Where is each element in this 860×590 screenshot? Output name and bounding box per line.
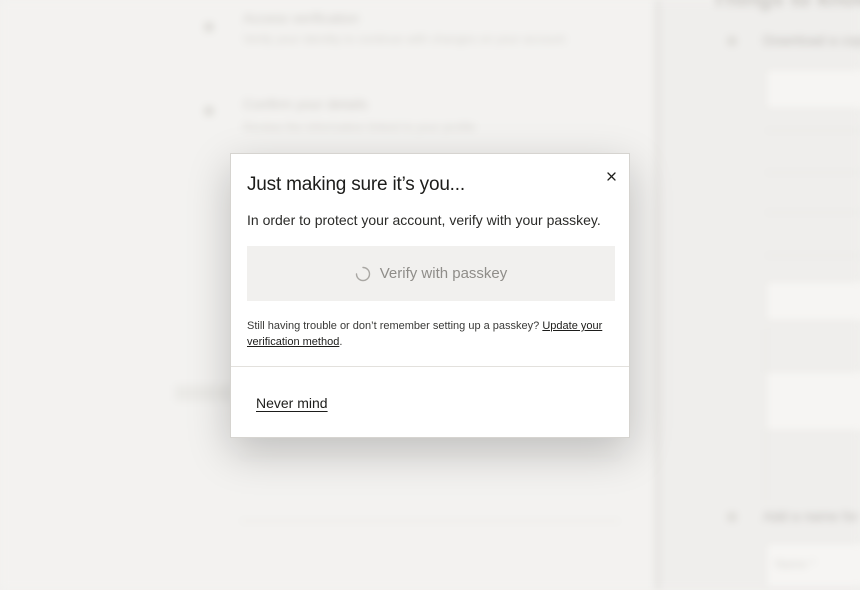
never-mind-link[interactable]: Never mind [256,395,328,411]
background-item-title: Access verification [243,10,359,26]
dialog-divider [231,366,629,367]
background-box [765,280,860,322]
background-blur-block [240,455,620,457]
background-vline [765,330,766,500]
background-right-label: Add a name for [763,508,859,524]
dialog-description: In order to protect your account, verify… [247,212,601,228]
background-blur-block [175,385,235,401]
background-check-icon [204,106,214,116]
background-line [765,172,860,173]
background-line [765,130,860,131]
background-box [765,370,860,432]
verification-dialog: Just making sure it’s you... In order to… [230,153,630,438]
help-text: Still having trouble or don’t remember s… [247,318,619,350]
background-check-icon [727,512,737,522]
close-button[interactable] [599,164,623,188]
verify-button-label: Verify with passkey [379,265,508,282]
background-input-placeholder: Name * [775,557,816,571]
help-text-suffix: . [339,336,343,348]
background-blur-block [240,520,620,522]
background-item-subtitle: Verify your identity to continue with ch… [243,32,566,46]
spinner-icon [355,266,370,281]
verify-passkey-button[interactable]: Verify with passkey [247,246,615,301]
background-line [765,212,860,213]
background-check-icon [204,22,214,32]
background-line [765,255,860,256]
dialog-title: Just making sure it’s you... [247,174,465,195]
background-check-icon [727,36,737,46]
background-item-subtitle: Review the information linked to your pr… [243,120,476,134]
background-right-label: Download a copy [763,32,860,48]
help-text-body: Still having trouble or don’t remember s… [247,320,540,332]
background-box [765,68,860,110]
background-heading: Things to know [712,0,860,12]
background-item-title: Confirm your details [243,96,368,112]
close-icon [606,171,616,181]
